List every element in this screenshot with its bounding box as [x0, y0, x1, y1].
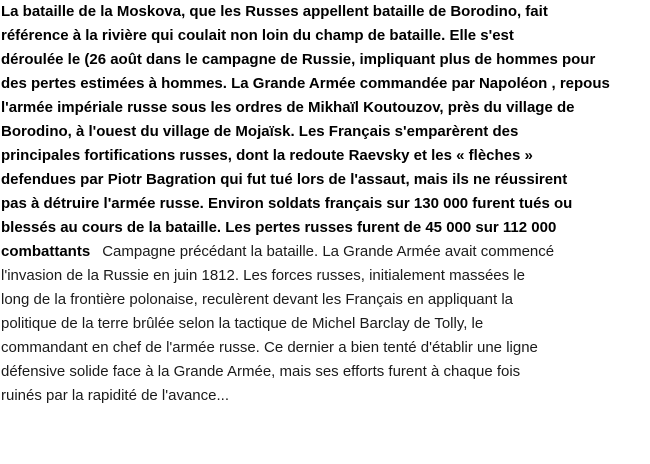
bold-text-line: Borodino, à l'ouest du village de Mojaïs…: [1, 123, 519, 140]
document-page: La bataille de la Moskova, que les Russe…: [0, 0, 650, 464]
bold-text-line: pas à détruire l'armée russe. Environ so…: [1, 195, 573, 212]
regular-text-line: long de la frontière polonaise, reculère…: [1, 291, 513, 308]
bold-text-line: La bataille de la Moskova, que les Russe…: [1, 3, 548, 20]
bold-text-fragment: combattants: [1, 243, 91, 260]
regular-text-line: défensive solide face à la Grande Armée,…: [1, 363, 521, 380]
regular-text-line: ruinés par la rapidité de l'avance...: [1, 387, 229, 404]
regular-text-line: commandant en chef de l'armée russe. Ce …: [1, 339, 538, 356]
bold-text-line: defendues par Piotr Bagration qui fut tu…: [1, 171, 568, 188]
mixed-text-line: combattants Campagne précédant la bataill…: [1, 240, 554, 264]
regular-text-line: l'invasion de la Russie en juin 1812. Le…: [1, 267, 525, 284]
bold-text-line: référence à la rivière qui coulait non l…: [1, 27, 514, 44]
bold-text-line: l'armée impériale russe sous les ordres …: [1, 99, 575, 116]
bold-text-line: des pertes estimées à hommes. La Grande …: [1, 75, 610, 92]
bold-text-line: principales fortifications russes, dont …: [1, 147, 533, 164]
regular-text-fragment: Campagne précédant la bataille. La Grand…: [102, 243, 555, 260]
regular-text-line: politique de la terre brûlée selon la ta…: [1, 315, 484, 332]
bold-text-line: déroulée le (26 août dans le campagne de…: [1, 51, 596, 68]
bold-text-line: blessés au cours de la bataille. Les per…: [1, 219, 557, 236]
